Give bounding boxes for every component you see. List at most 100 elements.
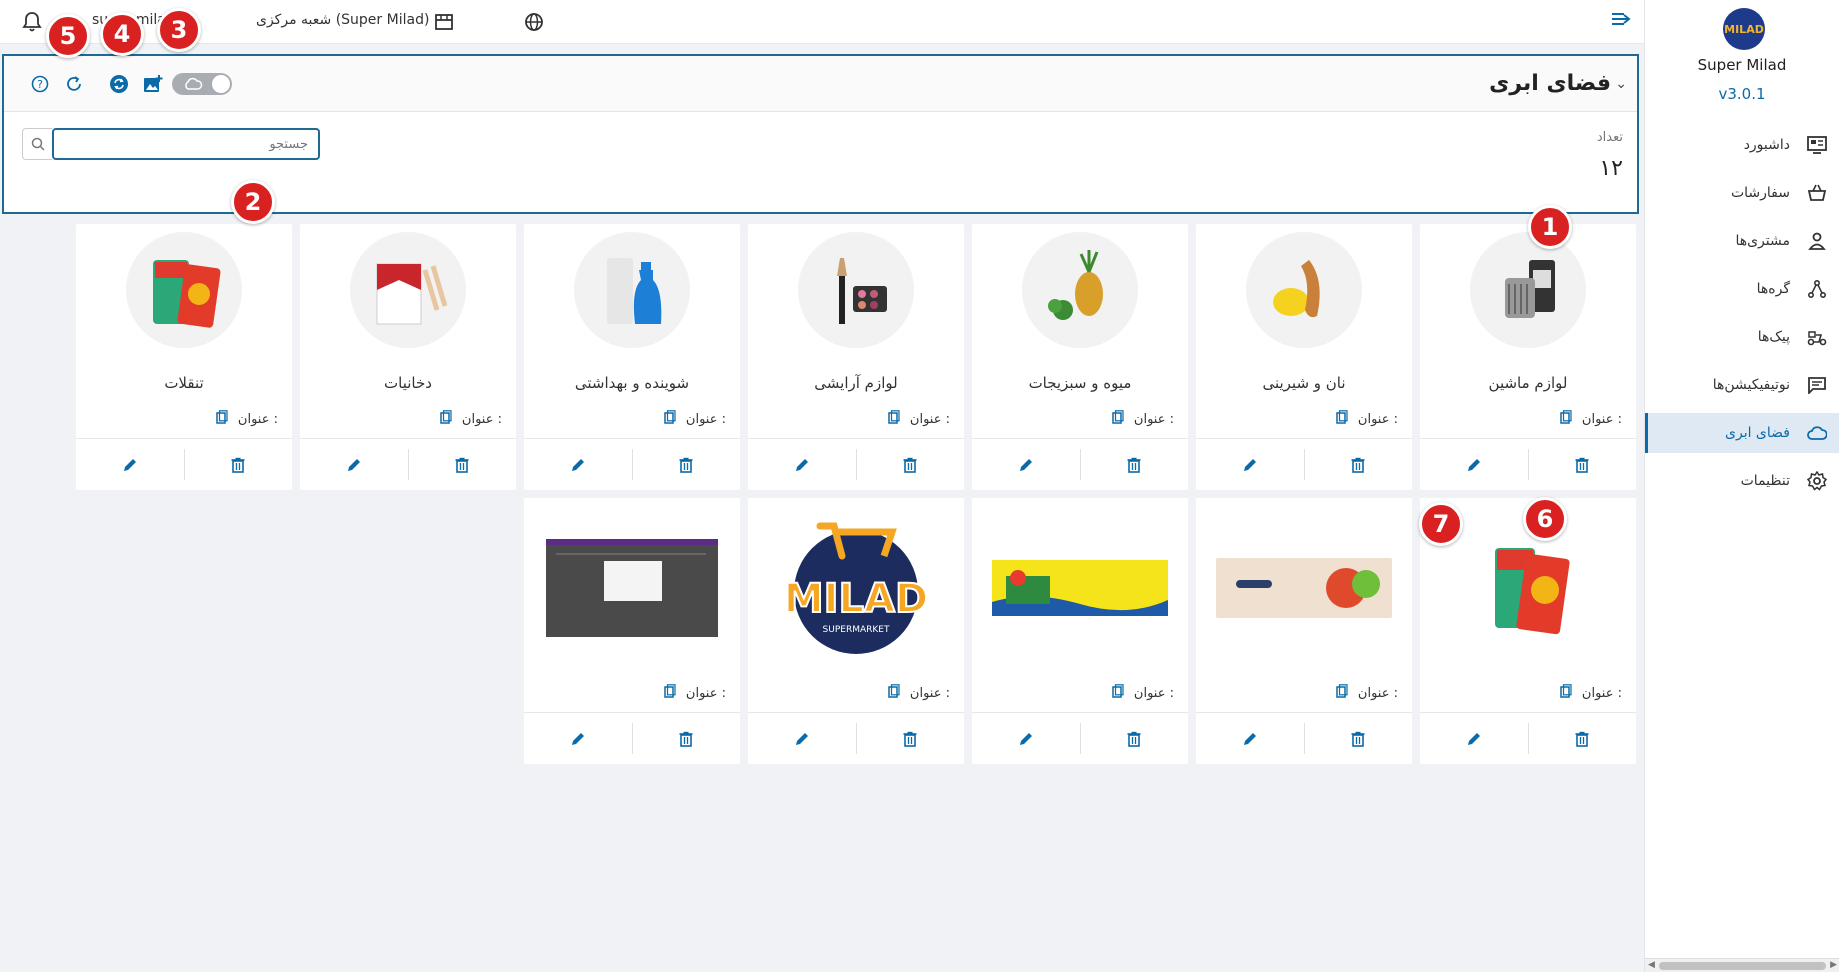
sidebar-item-notification[interactable]: نوتیفیکیشن‌ها	[1645, 365, 1839, 405]
delete-button[interactable]	[633, 713, 741, 764]
dashboard-icon	[1806, 134, 1828, 156]
refresh-icon[interactable]	[64, 74, 84, 94]
copy-icon[interactable]	[664, 684, 676, 702]
delete-button[interactable]	[857, 439, 965, 490]
callout-4: 4	[100, 12, 144, 56]
edit-button[interactable]	[1196, 439, 1304, 490]
svg-text:?: ?	[37, 78, 43, 91]
grocery-banner-image	[992, 538, 1168, 638]
delete-button[interactable]	[1305, 713, 1413, 764]
vegetable-banner-image	[1216, 538, 1392, 638]
delete-button[interactable]	[633, 439, 741, 490]
sidebar-item-label: مشتری‌ها	[1735, 233, 1790, 249]
delete-button[interactable]	[857, 713, 965, 764]
sidebar-item-cloud[interactable]: فضای ابری	[1645, 413, 1839, 453]
delete-button[interactable]	[1081, 713, 1189, 764]
gear-icon	[1806, 470, 1828, 492]
category-image	[126, 232, 242, 348]
copy-icon[interactable]	[888, 684, 900, 702]
copy-icon[interactable]	[664, 410, 676, 428]
edit-button[interactable]	[76, 439, 184, 490]
store-icon[interactable]	[434, 12, 454, 36]
edit-button[interactable]	[1420, 713, 1528, 764]
add-image-icon[interactable]	[143, 74, 163, 94]
delete-button[interactable]	[1081, 439, 1189, 490]
help-icon[interactable]: ?	[30, 74, 50, 94]
globe-icon[interactable]	[524, 12, 544, 36]
copy-icon[interactable]	[1560, 410, 1572, 428]
edit-button[interactable]	[524, 439, 632, 490]
sidebar-item-nodes[interactable]: گره‌ها	[1645, 269, 1839, 309]
title-label: عنوان :	[1581, 685, 1622, 701]
edit-button[interactable]	[972, 713, 1080, 764]
collapse-sidebar-icon[interactable]	[1610, 9, 1632, 33]
delete-button[interactable]	[1305, 439, 1413, 490]
category-card: میوه و سبزیجات عنوان :	[972, 224, 1188, 490]
sidebar-item-courier[interactable]: پیک‌ها	[1645, 317, 1839, 357]
brand-logo: MILAD	[1723, 8, 1765, 50]
search-input[interactable]	[52, 128, 320, 160]
card-actions	[972, 712, 1188, 764]
sidebar-item-label: داشبورد	[1743, 137, 1790, 153]
card-banner-veg: عنوان :	[1196, 498, 1412, 764]
delete-button[interactable]	[185, 439, 293, 490]
card-screenshot: عنوان :	[524, 498, 740, 764]
copy-icon[interactable]	[1560, 684, 1572, 702]
toggle-knob	[212, 75, 230, 93]
cloud-icon	[1806, 422, 1828, 444]
category-image	[1022, 232, 1138, 348]
bell-icon[interactable]	[22, 11, 42, 37]
top-bar: super milad شعبه مرکزی (Super Milad)	[0, 0, 1644, 44]
milad-logo-image: MILAD SUPERMARKET	[768, 508, 944, 658]
card-actions	[972, 438, 1188, 490]
panel-title: فضای ابری	[1489, 71, 1611, 96]
milad-logo-sub: SUPERMARKET	[823, 625, 890, 635]
basket-icon	[1806, 182, 1828, 204]
delete-button[interactable]	[1529, 439, 1637, 490]
card-actions	[1420, 438, 1636, 490]
edit-button[interactable]	[748, 713, 856, 764]
title-label: عنوان :	[685, 685, 726, 701]
search-icon[interactable]	[22, 128, 52, 160]
search-box	[22, 128, 322, 160]
category-name: شوینده و بهداشتی	[574, 374, 690, 392]
horizontal-scrollbar[interactable]: ◀ ▶	[1645, 958, 1839, 972]
sidebar-item-label: تنظیمات	[1740, 473, 1790, 489]
sidebar-item-user[interactable]: مشتری‌ها	[1645, 221, 1839, 261]
copy-icon[interactable]	[888, 410, 900, 428]
callout-3: 3	[157, 8, 201, 52]
copy-icon[interactable]	[440, 410, 452, 428]
copy-icon[interactable]	[1112, 410, 1124, 428]
copy-icon[interactable]	[1336, 684, 1348, 702]
edit-button[interactable]	[972, 439, 1080, 490]
copy-icon[interactable]	[216, 410, 228, 428]
count-value: ۱۲	[1599, 156, 1623, 181]
edit-button[interactable]	[748, 439, 856, 490]
edit-button[interactable]	[524, 713, 632, 764]
sidebar-item-basket[interactable]: سفارشات	[1645, 173, 1839, 213]
title-label: عنوان :	[1133, 411, 1174, 427]
sidebar-item-dashboard[interactable]: داشبورد	[1645, 125, 1839, 165]
copy-icon[interactable]	[1112, 684, 1124, 702]
sync-icon[interactable]	[109, 74, 129, 94]
category-name: دخانیات	[384, 374, 432, 392]
category-image	[1246, 232, 1362, 348]
sidebar-item-label: فضای ابری	[1725, 425, 1790, 441]
edit-button[interactable]	[1196, 713, 1304, 764]
edit-button[interactable]	[1420, 439, 1528, 490]
delete-button[interactable]	[409, 439, 517, 490]
milad-logo-word: MILAD	[784, 576, 928, 622]
branch-name[interactable]: شعبه مرکزی (Super Milad)	[256, 12, 429, 28]
chevron-down-icon[interactable]: ⌄	[1615, 76, 1627, 92]
sidebar-item-label: نوتیفیکیشن‌ها	[1712, 377, 1790, 393]
cloud-toggle[interactable]	[172, 73, 232, 95]
sidebar-item-gear[interactable]: تنظیمات	[1645, 461, 1839, 501]
title-label: عنوان :	[1357, 685, 1398, 701]
copy-icon[interactable]	[1336, 410, 1348, 428]
sidebar-item-label: سفارشات	[1730, 185, 1790, 201]
edit-button[interactable]	[300, 439, 408, 490]
sidebar-item-label: گره‌ها	[1756, 281, 1790, 297]
category-card: لوازم آرایشی عنوان :	[748, 224, 964, 490]
delete-button[interactable]	[1529, 713, 1637, 764]
card-actions	[748, 438, 964, 490]
